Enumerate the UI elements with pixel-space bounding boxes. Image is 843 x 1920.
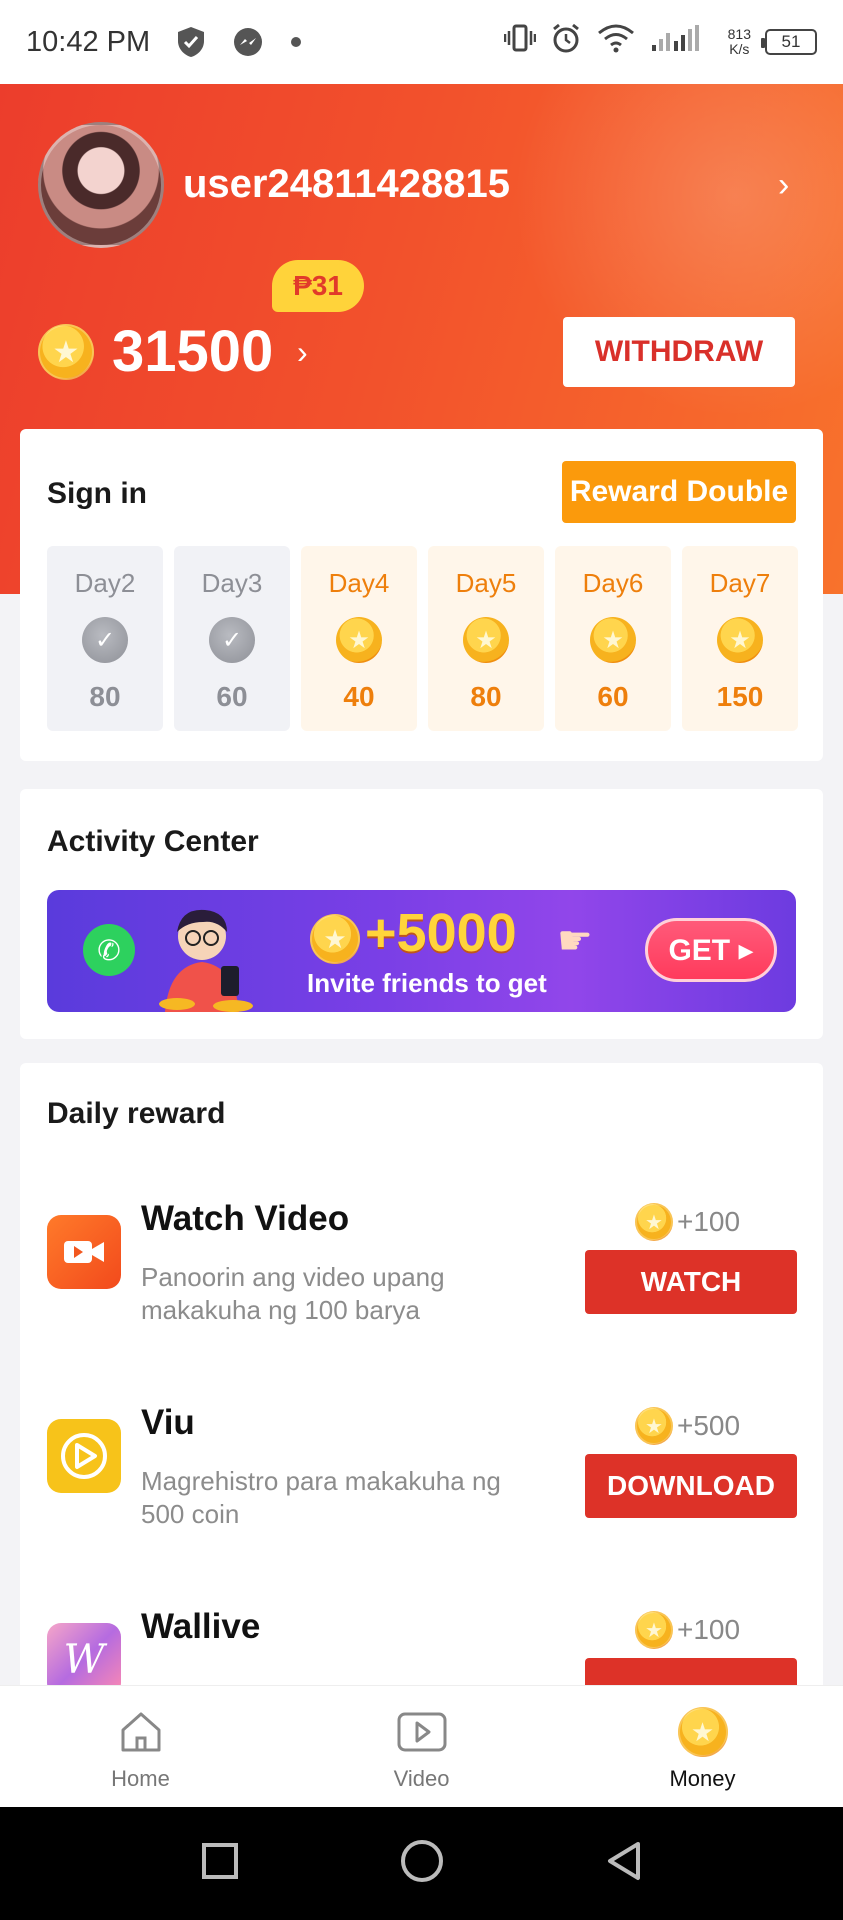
coin-icon: ★ <box>717 617 763 663</box>
home-icon <box>115 1706 167 1758</box>
task-description: Panoorin ang video upang makakuha ng 100… <box>141 1262 445 1325</box>
task-reward-value: +100 <box>677 1206 741 1237</box>
coin-icon: ★ <box>310 914 360 964</box>
battery-level: 51 <box>781 32 801 51</box>
signin-card: Sign in Reward Double Day2 ✓ 80 Day3 ✓ 6… <box>20 429 823 761</box>
video-play-icon <box>396 1706 448 1758</box>
coin-balance[interactable]: 31500 <box>112 318 273 385</box>
back-icon[interactable] <box>604 1840 644 1887</box>
dot-icon <box>290 36 302 48</box>
alarm-icon <box>550 22 582 62</box>
get-button[interactable]: GET ▸ <box>645 918 777 982</box>
whatsapp-icon: ✆ <box>83 924 135 976</box>
username[interactable]: user24811428815 <box>183 162 510 207</box>
shield-icon <box>176 26 206 58</box>
net-speed-value: 813 <box>727 26 751 42</box>
daily-reward-title: Daily reward <box>47 1097 226 1130</box>
nav-video[interactable]: Video <box>281 1686 562 1807</box>
day-label: Day4 <box>328 568 390 598</box>
profile-chevron-icon[interactable]: › <box>778 166 789 205</box>
signin-day-3[interactable]: Day3 ✓ 60 <box>174 546 290 731</box>
task-watch-video: Watch Video Panoorin ang video upang mak… <box>20 1181 823 1381</box>
system-nav-bar <box>0 1807 843 1920</box>
task-description: Magrehistro para makakuha ng 500 coin <box>141 1466 501 1529</box>
coin-icon: ★ <box>336 617 382 663</box>
balance-chevron-icon[interactable]: › <box>297 334 308 371</box>
activity-card: Activity Center ✆ ★ +5000 ☛ Invite frien… <box>20 789 823 1039</box>
day-value: 40 <box>343 681 375 712</box>
task-reward-value: +100 <box>677 1614 741 1645</box>
bottom-nav: Home Video ★ Money <box>0 1685 843 1807</box>
nav-label: Video <box>393 1766 450 1791</box>
avatar[interactable] <box>38 122 164 248</box>
peso-badge: ₱31 <box>272 260 364 312</box>
day-label: Day3 <box>201 568 263 598</box>
task-name: Viu <box>141 1403 195 1442</box>
signin-day-4[interactable]: Day4 ★ 40 <box>301 546 417 731</box>
task-reward-value: +500 <box>677 1410 741 1441</box>
coin-icon: ★ <box>590 617 636 663</box>
home-circle-icon[interactable] <box>399 1838 445 1889</box>
coin-icon: ★ <box>635 1203 673 1241</box>
withdraw-button[interactable]: WITHDRAW <box>563 317 795 387</box>
nav-money[interactable]: ★ Money <box>562 1686 843 1807</box>
signin-day-5[interactable]: Day5 ★ 80 <box>428 546 544 731</box>
check-icon: ✓ <box>209 617 255 663</box>
task-viu: Viu Magrehistro para makakuha ng 500 coi… <box>20 1385 823 1585</box>
check-icon: ✓ <box>82 617 128 663</box>
day-value: 60 <box>597 681 629 712</box>
task-reward: ★ +100 <box>635 1611 740 1649</box>
task-reward: ★ +100 <box>635 1203 740 1241</box>
banner-amount: +5000 <box>365 903 517 963</box>
viu-play-icon <box>47 1419 121 1493</box>
signin-day-7[interactable]: Day7 ★ 150 <box>682 546 798 731</box>
task-name: Watch Video <box>141 1199 350 1238</box>
day-label: Day2 <box>74 568 136 598</box>
nav-home[interactable]: Home <box>0 1686 281 1807</box>
coin-icon: ★ <box>635 1407 673 1445</box>
download-button[interactable]: DOWNLOAD <box>585 1454 797 1518</box>
coin-icon: ★ <box>635 1611 673 1649</box>
day-label: Day5 <box>455 568 517 598</box>
net-speed: 813 K/s <box>728 27 751 57</box>
status-bar: 10:42 PM 813 K/s 51 <box>0 0 843 84</box>
status-time: 10:42 PM <box>26 25 151 58</box>
wifi-icon <box>596 23 636 61</box>
messenger-icon <box>232 26 264 58</box>
signin-days: Day2 ✓ 80 Day3 ✓ 60 Day4 ★ 40 Day5 ★ 80 … <box>47 546 798 731</box>
day-value: 80 <box>89 681 121 712</box>
person-illustration <box>147 896 257 1012</box>
vibrate-icon <box>503 23 536 61</box>
task-reward: ★ +500 <box>635 1407 740 1445</box>
reward-double-button[interactable]: Reward Double <box>562 461 796 523</box>
day-label: Day6 <box>582 568 644 598</box>
invite-banner[interactable]: ✆ ★ +5000 ☛ Invite friends to get GET ▸ <box>47 890 796 1012</box>
coin-icon: ★ <box>38 324 94 380</box>
recents-icon[interactable] <box>200 1841 240 1886</box>
task-name: Wallive <box>141 1607 261 1646</box>
coin-icon: ★ <box>677 1706 729 1758</box>
banner-text: Invite friends to get <box>307 968 547 998</box>
day-value: 150 <box>716 681 764 712</box>
watch-button[interactable]: WATCH <box>585 1250 797 1314</box>
signin-day-2[interactable]: Day2 ✓ 80 <box>47 546 163 731</box>
net-speed-unit: K/s <box>729 41 750 57</box>
day-value: 80 <box>470 681 502 712</box>
nav-label: Home <box>111 1766 170 1791</box>
day-value: 60 <box>216 681 248 712</box>
coin-icon: ★ <box>463 617 509 663</box>
video-camera-icon <box>47 1215 121 1289</box>
signin-title: Sign in <box>47 477 147 510</box>
pointing-hand-icon: ☛ <box>557 919 593 963</box>
nav-label: Money <box>669 1766 736 1791</box>
signal-icon <box>650 23 714 61</box>
signin-day-6[interactable]: Day6 ★ 60 <box>555 546 671 731</box>
activity-title: Activity Center <box>47 825 259 858</box>
battery-indicator: 51 <box>761 29 817 55</box>
day-label: Day7 <box>709 568 771 598</box>
daily-reward-card: Daily reward Watch Video Panoorin ang vi… <box>20 1063 823 1763</box>
